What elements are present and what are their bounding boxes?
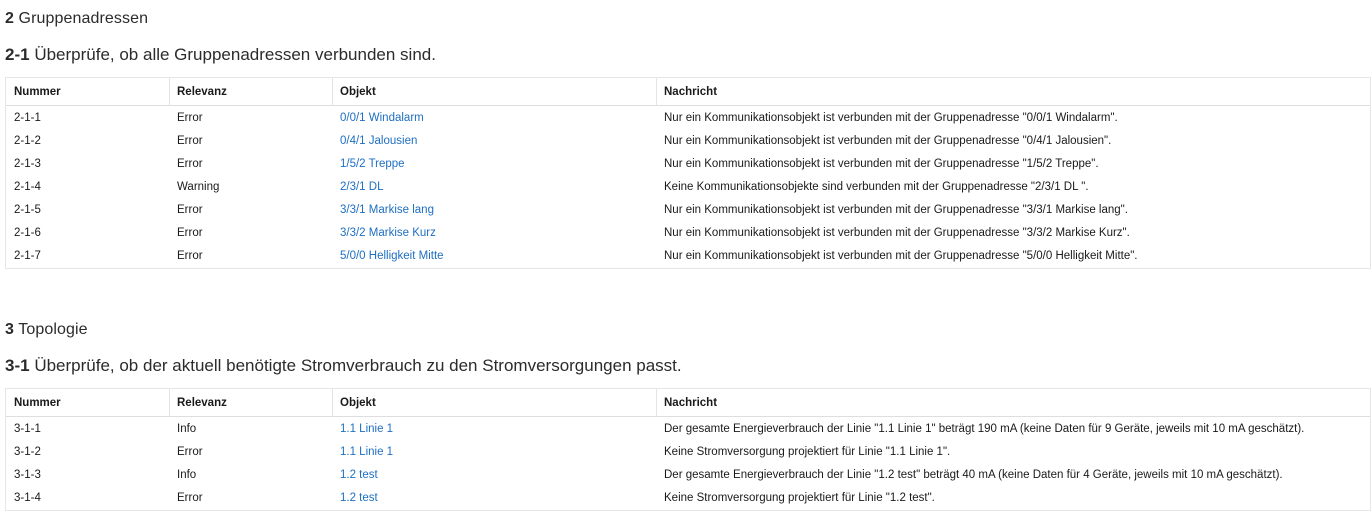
cell-nummer: 2-1-7 — [14, 249, 41, 262]
column-separator[interactable] — [332, 78, 333, 105]
cell-nachricht: Nur ein Kommunikationsobjekt ist verbund… — [664, 249, 1138, 262]
subsection-heading-2-1: 2-1 Überprüfe, ob alle Gruppenadressen v… — [5, 45, 436, 65]
subsection-heading-3-1: 3-1 Überprüfe, ob der aktuell benötigte … — [5, 356, 682, 376]
cell-objekt-link[interactable]: 1/5/2 Treppe — [340, 158, 405, 170]
subsection-number: 2-1 — [5, 45, 30, 64]
cell-nummer: 2-1-3 — [14, 157, 41, 170]
subsection-title: Überprüfe, ob alle Gruppenadressen verbu… — [34, 45, 436, 64]
cell-relevanz: Error — [177, 249, 203, 262]
column-header[interactable]: Nachricht — [664, 86, 717, 98]
column-separator[interactable] — [169, 389, 170, 416]
table-row: 2-1-4 Warning 2/3/1 DL Keine Kommunikations… — [6, 175, 1370, 198]
cell-objekt-link[interactable]: 3/3/1 Markise lang — [340, 204, 434, 216]
cell-objekt-link[interactable]: 0/4/1 Jalousien — [340, 135, 417, 147]
cell-relevanz: Error — [177, 445, 203, 458]
cell-nachricht: Nur ein Kommunikationsobjekt ist verbund… — [664, 111, 1118, 124]
column-header[interactable]: Nachricht — [664, 397, 717, 409]
cell-relevanz: Error — [177, 203, 203, 216]
section-title: Gruppenadressen — [18, 10, 149, 27]
table-row: 2-1-7 Error 5/0/0 Helligkeit Mitte Nur ein … — [6, 244, 1370, 267]
column-header[interactable]: Relevanz — [177, 86, 227, 98]
section-title: Topologie — [18, 321, 88, 338]
cell-nummer: 3-1-4 — [14, 491, 41, 504]
cell-nummer: 2-1-6 — [14, 226, 41, 239]
results-table-topologie: Nummer Relevanz Objekt Nachricht 3-1-1 Info 1.… — [5, 388, 1371, 511]
cell-objekt-link[interactable]: 2/3/1 DL — [340, 181, 383, 193]
column-header[interactable]: Nummer — [14, 86, 61, 98]
section-heading-topologie: 3 Topologie — [5, 321, 88, 339]
table-row: 2-1-6 Error 3/3/2 Markise Kurz Nur ein Komm… — [6, 221, 1370, 244]
column-header[interactable]: Relevanz — [177, 397, 227, 409]
column-header[interactable]: Nummer — [14, 397, 61, 409]
section-number: 3 — [5, 321, 14, 338]
table-row: 3-1-2 Error 1.1 Linie 1 Keine Stromversorgu… — [6, 440, 1370, 463]
cell-nachricht: Der gesamte Energieverbrauch der Linie "… — [664, 422, 1305, 435]
subsection-number: 3-1 — [5, 356, 30, 375]
cell-relevanz: Error — [177, 111, 203, 124]
cell-objekt-link[interactable]: 5/0/0 Helligkeit Mitte — [340, 250, 444, 262]
column-header[interactable]: Objekt — [340, 397, 376, 409]
cell-relevanz: Warning — [177, 180, 220, 193]
section-heading-gruppenadressen: 2 Gruppenadressen — [5, 10, 148, 28]
cell-nachricht: Keine Stromversorgung projektiert für Li… — [664, 445, 951, 458]
cell-objekt-link[interactable]: 3/3/2 Markise Kurz — [340, 227, 436, 239]
cell-nummer: 2-1-4 — [14, 180, 41, 193]
table-row: 2-1-5 Error 3/3/1 Markise lang Nur ein Komm… — [6, 198, 1370, 221]
cell-nummer: 3-1-1 — [14, 422, 41, 435]
table-row: 2-1-1 Error 0/0/1 Windalarm Nur ein Kommuni… — [6, 106, 1370, 129]
cell-nachricht: Der gesamte Energieverbrauch der Linie "… — [664, 468, 1283, 481]
cell-relevanz: Info — [177, 468, 197, 481]
table-header-row: Nummer Relevanz Objekt Nachricht — [6, 78, 1370, 106]
cell-nummer: 2-1-2 — [14, 134, 41, 147]
subsection-title: Überprüfe, ob der aktuell benötigte Stro… — [34, 356, 682, 375]
cell-nummer: 3-1-3 — [14, 468, 41, 481]
cell-nachricht: Nur ein Kommunikationsobjekt ist verbund… — [664, 157, 1099, 170]
table-row: 3-1-3 Info 1.2 test Der gesamte Energieverb… — [6, 463, 1370, 486]
cell-nummer: 3-1-2 — [14, 445, 41, 458]
results-table-gruppenadressen: Nummer Relevanz Objekt Nachricht 2-1-1 Error 0… — [5, 77, 1371, 269]
table-row: 3-1-1 Info 1.1 Linie 1 Der gesamte Energiev… — [6, 417, 1370, 440]
table-header-row: Nummer Relevanz Objekt Nachricht — [6, 389, 1370, 417]
cell-relevanz: Error — [177, 157, 203, 170]
column-header[interactable]: Objekt — [340, 86, 376, 98]
column-separator[interactable] — [332, 389, 333, 416]
cell-nachricht: Nur ein Kommunikationsobjekt ist verbund… — [664, 203, 1128, 216]
cell-objekt-link[interactable]: 1.1 Linie 1 — [340, 423, 393, 435]
cell-objekt-link[interactable]: 0/0/1 Windalarm — [340, 112, 424, 124]
cell-nachricht: Nur ein Kommunikationsobjekt ist verbund… — [664, 134, 1112, 147]
cell-objekt-link[interactable]: 1.2 test — [340, 492, 378, 504]
cell-relevanz: Error — [177, 491, 203, 504]
cell-objekt-link[interactable]: 1.1 Linie 1 — [340, 446, 393, 458]
cell-objekt-link[interactable]: 1.2 test — [340, 469, 378, 481]
cell-relevanz: Error — [177, 226, 203, 239]
section-number: 2 — [5, 10, 14, 27]
cell-relevanz: Info — [177, 422, 197, 435]
table-row: 2-1-3 Error 1/5/2 Treppe Nur ein Kommunikat… — [6, 152, 1370, 175]
cell-nummer: 2-1-1 — [14, 111, 41, 124]
cell-nachricht: Keine Kommunikationsobjekte sind verbund… — [664, 180, 1089, 193]
cell-relevanz: Error — [177, 134, 203, 147]
cell-nachricht: Nur ein Kommunikationsobjekt ist verbund… — [664, 226, 1130, 239]
cell-nummer: 2-1-5 — [14, 203, 41, 216]
cell-nachricht: Keine Stromversorgung projektiert für Li… — [664, 491, 935, 504]
column-separator[interactable] — [656, 78, 657, 105]
column-separator[interactable] — [169, 78, 170, 105]
column-separator[interactable] — [656, 389, 657, 416]
table-row: 2-1-2 Error 0/4/1 Jalousien Nur ein Kommuni… — [6, 129, 1370, 152]
table-row: 3-1-4 Error 1.2 test Keine Stromversorgung … — [6, 486, 1370, 509]
